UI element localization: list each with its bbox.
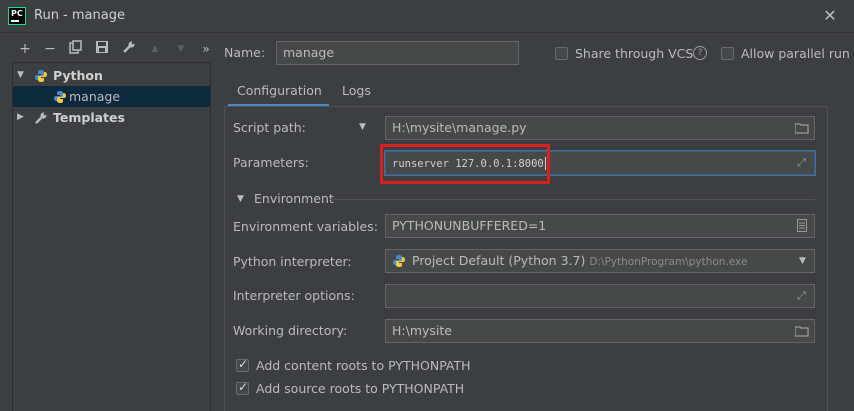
add-content-roots-label: Add content roots to PYTHONPATH xyxy=(256,358,471,373)
wrench-icon xyxy=(35,112,47,124)
move-down-icon[interactable]: ▼ xyxy=(172,40,190,58)
more-icon[interactable]: » xyxy=(197,40,215,58)
script-path-input[interactable]: H:\mysite\manage.py xyxy=(385,116,815,140)
parameters-label: Parameters: xyxy=(233,155,309,170)
script-path-label: Script path: xyxy=(233,120,306,135)
name-label: Name: xyxy=(224,45,266,60)
tree-label-python: Python xyxy=(53,68,103,83)
tree-item-manage[interactable]: manage xyxy=(13,86,210,107)
allow-parallel-label: Allow parallel run xyxy=(741,46,850,61)
add-content-roots-checkbox[interactable] xyxy=(236,357,249,372)
section-expanded-icon[interactable]: ▼ xyxy=(237,194,244,204)
window-title: Run - manage xyxy=(34,8,125,23)
add-source-roots-label: Add source roots to PYTHONPATH xyxy=(256,381,465,396)
python-icon xyxy=(393,255,405,267)
run-config-tree: ▼ Python manage ▶ Templates xyxy=(12,62,211,411)
script-type-dropdown-icon[interactable]: ▼ xyxy=(359,122,366,132)
python-icon xyxy=(35,70,47,82)
remove-icon[interactable]: − xyxy=(41,40,59,58)
interpreter-select[interactable]: Project Default (Python 3.7) D:\PythonPr… xyxy=(385,249,815,273)
working-dir-input[interactable]: H:\mysite xyxy=(385,319,815,343)
copy-icon[interactable] xyxy=(67,40,85,58)
share-vcs-label: Share through VCS xyxy=(575,46,694,61)
pycharm-logo-icon: PC xyxy=(8,7,26,25)
save-icon[interactable] xyxy=(93,40,111,58)
wrench-icon[interactable] xyxy=(120,40,138,58)
expanded-arrow-icon[interactable]: ▼ xyxy=(17,65,24,86)
env-vars-input[interactable]: PYTHONUNBUFFERED=1 xyxy=(385,214,815,238)
allow-parallel-checkbox[interactable] xyxy=(721,47,734,60)
expand-icon[interactable]: ⤢ xyxy=(797,156,806,170)
folder-icon[interactable] xyxy=(795,326,809,337)
env-vars-label: Environment variables: xyxy=(233,219,378,234)
highlight-box xyxy=(380,144,550,184)
expand-icon[interactable]: ⤢ xyxy=(797,289,806,303)
tree-label-templates: Templates xyxy=(53,110,125,125)
move-up-icon[interactable]: ▲ xyxy=(146,40,164,58)
tab-logs[interactable]: Logs xyxy=(342,80,371,106)
interp-options-label: Interpreter options: xyxy=(233,288,355,303)
close-icon[interactable]: ✕ xyxy=(820,6,840,26)
add-source-roots-checkbox[interactable] xyxy=(236,380,249,395)
help-icon[interactable]: ? xyxy=(693,46,707,60)
interpreter-label: Python interpreter: xyxy=(233,254,352,269)
interp-options-input[interactable] xyxy=(385,284,815,308)
title-bar: PC Run - manage ✕ xyxy=(0,0,854,33)
working-dir-label: Working directory: xyxy=(233,323,348,338)
chevron-down-icon[interactable]: ▼ xyxy=(799,256,806,266)
tree-item-templates[interactable]: ▶ Templates xyxy=(13,107,210,128)
python-icon xyxy=(54,91,66,103)
name-input[interactable]: manage xyxy=(276,41,519,65)
section-divider xyxy=(329,199,815,200)
folder-icon[interactable] xyxy=(795,123,809,134)
add-icon[interactable]: + xyxy=(16,40,34,58)
edit-env-icon[interactable] xyxy=(797,219,807,232)
tab-configuration[interactable]: Configuration xyxy=(237,80,322,106)
tree-label-manage: manage xyxy=(69,89,121,104)
collapsed-arrow-icon[interactable]: ▶ xyxy=(17,107,24,128)
share-vcs-checkbox[interactable] xyxy=(555,47,568,60)
environment-section-title: Environment xyxy=(254,191,334,206)
tree-item-python[interactable]: ▼ Python xyxy=(13,65,210,86)
